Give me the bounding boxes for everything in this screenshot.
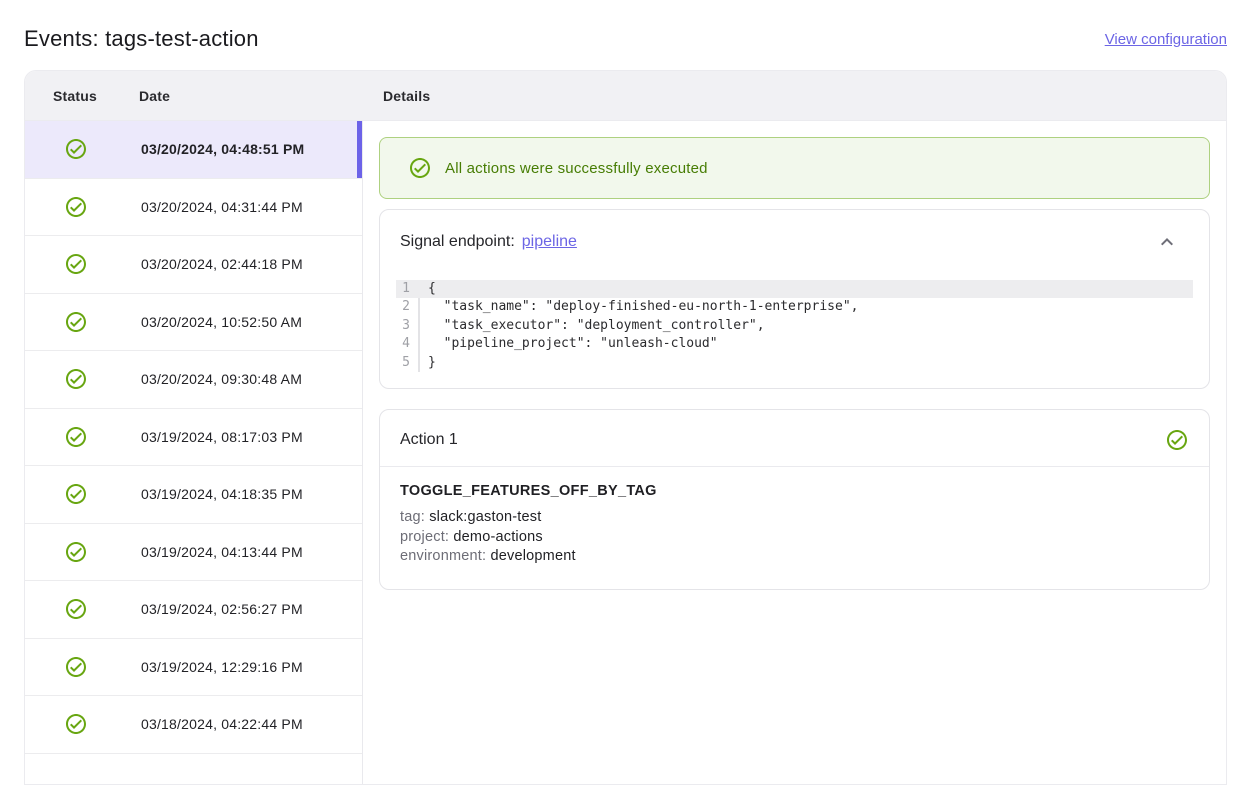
event-date: 03/19/2024, 04:18:35 PM [141, 486, 303, 502]
param-value: slack:gaston-test [429, 509, 541, 525]
page-title: Events: tags-test-action [24, 26, 259, 52]
success-check-icon [64, 425, 88, 449]
events-table: Status Date Details 03/20/2024, 04:48:51… [24, 70, 1227, 785]
param-label: project: [400, 529, 449, 545]
success-check-icon [64, 252, 88, 276]
param-label: environment: [400, 548, 486, 564]
param-value: development [490, 548, 575, 564]
line-content: "task_name": "deploy-finished-eu-north-1… [420, 298, 858, 316]
success-check-icon [64, 195, 88, 219]
chevron-up-icon [1155, 230, 1179, 254]
event-date: 03/19/2024, 08:17:03 PM [141, 429, 303, 445]
param-label: tag: [400, 509, 425, 525]
event-date: 03/18/2024, 04:22:44 PM [141, 716, 303, 732]
line-content: { [420, 280, 436, 298]
line-number: 2 [396, 298, 420, 316]
code-line: 3 "task_executor": "deployment_controlle… [396, 317, 1193, 335]
table-header-row: Status Date Details [25, 71, 1226, 121]
success-alert-text: All actions were successfully executed [445, 160, 708, 177]
line-number: 5 [396, 354, 420, 372]
line-number: 4 [396, 335, 420, 353]
page-header: Events: tags-test-action View configurat… [0, 0, 1251, 70]
code-line: 2 "task_name": "deploy-finished-eu-north… [396, 298, 1193, 316]
line-content: "pipeline_project": "unleash-cloud" [420, 335, 718, 353]
action-title: Action 1 [400, 431, 458, 449]
event-row[interactable]: 03/19/2024, 02:56:27 PM [25, 581, 362, 639]
success-check-icon [64, 137, 88, 161]
column-header-details: Details [383, 71, 430, 121]
event-row[interactable]: 03/19/2024, 08:17:03 PM [25, 409, 362, 467]
event-date: 03/20/2024, 02:44:18 PM [141, 256, 303, 272]
event-row[interactable]: 03/20/2024, 02:44:18 PM [25, 236, 362, 294]
success-alert: All actions were successfully executed [379, 137, 1210, 199]
event-details-pane: All actions were successfully executed S… [363, 121, 1226, 785]
event-date: 03/19/2024, 04:13:44 PM [141, 544, 303, 560]
action-header: Action 1 [400, 428, 1189, 452]
line-content: "task_executor": "deployment_controller"… [420, 317, 765, 335]
event-date: 03/20/2024, 04:31:44 PM [141, 199, 303, 215]
success-check-icon [64, 310, 88, 334]
signal-endpoint-header: Signal endpoint: pipeline [396, 230, 1193, 254]
action-param-row: environment: development [400, 547, 1189, 567]
event-row[interactable]: 03/19/2024, 12:29:16 PM [25, 639, 362, 697]
param-value: demo-actions [453, 529, 542, 545]
event-row[interactable]: 03/20/2024, 10:52:50 AM [25, 294, 362, 352]
signal-endpoint-label: Signal endpoint: [400, 233, 515, 251]
code-line: 5 } [396, 354, 1193, 372]
event-date: 03/19/2024, 12:29:16 PM [141, 659, 303, 675]
divider [380, 466, 1209, 467]
column-header-date: Date [139, 71, 170, 121]
line-content: } [420, 354, 436, 372]
action-type: TOGGLE_FEATURES_OFF_BY_TAG [400, 483, 1189, 499]
signal-endpoint-card: Signal endpoint: pipeline 1 { [379, 209, 1210, 389]
column-header-status: Status [53, 71, 97, 121]
event-row[interactable]: 03/20/2024, 04:31:44 PM [25, 179, 362, 237]
code-line: 1 { [396, 280, 1193, 298]
event-row[interactable]: 03/20/2024, 09:30:48 AM [25, 351, 362, 409]
line-number: 1 [396, 280, 420, 298]
event-row[interactable]: 03/20/2024, 04:48:51 PM [25, 121, 362, 179]
success-check-icon [64, 712, 88, 736]
event-row[interactable]: 03/18/2024, 04:22:44 PM [25, 696, 362, 754]
success-check-icon [64, 482, 88, 506]
event-date: 03/20/2024, 10:52:50 AM [141, 314, 302, 330]
signal-payload-code: 1 { 2 "task_name": "deploy-finished-eu-n… [396, 280, 1193, 372]
success-check-icon [408, 156, 432, 180]
code-line: 4 "pipeline_project": "unleash-cloud" [396, 335, 1193, 353]
event-row[interactable]: 03/19/2024, 04:13:44 PM [25, 524, 362, 582]
signal-endpoint-link[interactable]: pipeline [522, 233, 577, 251]
action-params: tag: slack:gaston-test project: demo-act… [400, 508, 1189, 567]
event-date: 03/20/2024, 04:48:51 PM [141, 141, 304, 157]
event-row[interactable]: 03/19/2024, 04:18:35 PM [25, 466, 362, 524]
table-body: 03/20/2024, 04:48:51 PM 03/20/2024, 04:3… [25, 121, 1226, 785]
success-check-icon [64, 540, 88, 564]
line-number: 3 [396, 317, 420, 335]
view-configuration-link[interactable]: View configuration [1105, 31, 1227, 48]
success-check-icon [64, 655, 88, 679]
success-check-icon [64, 367, 88, 391]
action-card: Action 1 TOGGLE_FEATURES_OFF_BY_TAG tag:… [379, 409, 1210, 590]
action-success-icon [1165, 428, 1189, 452]
action-param-row: project: demo-actions [400, 528, 1189, 548]
event-date: 03/20/2024, 09:30:48 AM [141, 371, 302, 387]
collapse-button[interactable] [1155, 230, 1179, 254]
event-date: 03/19/2024, 02:56:27 PM [141, 601, 303, 617]
event-list: 03/20/2024, 04:48:51 PM 03/20/2024, 04:3… [25, 121, 363, 785]
success-check-icon [64, 597, 88, 621]
action-param-row: tag: slack:gaston-test [400, 508, 1189, 528]
